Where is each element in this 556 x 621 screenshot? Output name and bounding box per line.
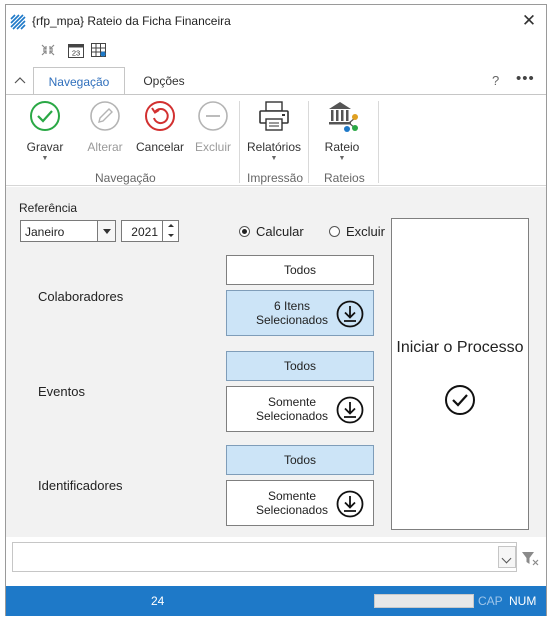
ribbon-tabs: Navegação Opções ? ••• [6, 67, 546, 95]
month-select-value: Janeiro [25, 225, 65, 239]
filter-combo[interactable] [12, 542, 517, 572]
radio-calcular-label[interactable]: Calcular [256, 224, 304, 239]
excluir-button[interactable]: Excluir [194, 99, 232, 154]
undo-circle-icon [145, 101, 175, 131]
group-separator [308, 101, 309, 183]
colaboradores-selection-button[interactable]: 6 Itens Selecionados [226, 290, 374, 336]
gravar-dropdown-arrow: ▼ [41, 155, 49, 162]
gravar-label: Gravar [26, 140, 64, 154]
num-lock-indicator: NUM [509, 594, 537, 608]
form-content: Referência Janeiro 2021 Calcular Excluir… [6, 187, 546, 537]
rateio-button[interactable]: Rateio ▼ [322, 99, 362, 162]
year-stepper-buttons [162, 221, 178, 241]
cancelar-button[interactable]: Cancelar [136, 99, 184, 154]
radio-calcular[interactable] [239, 226, 250, 237]
identificadores-label: Identificadores [38, 478, 123, 493]
stepper-up-icon[interactable] [163, 221, 178, 231]
relatorios-dropdown-arrow: ▼ [270, 155, 278, 162]
month-select[interactable]: Janeiro [20, 220, 116, 242]
identificadores-todos-button[interactable]: Todos [226, 445, 374, 475]
title-bar: {rfp_mpa} Rateio da Ficha Financeira ✕ [6, 5, 546, 37]
progress-bar [374, 594, 474, 608]
rateio-dropdown-arrow: ▼ [338, 155, 346, 162]
chevron-down-icon[interactable] [97, 221, 115, 241]
iniciar-processo-button[interactable]: Iniciar o Processo [391, 218, 529, 530]
alterar-label: Alterar [87, 140, 123, 154]
year-stepper[interactable]: 2021 [121, 220, 179, 242]
group-label-rateios: Rateios [324, 171, 365, 185]
bank-distribution-icon [329, 102, 358, 132]
help-button[interactable]: ? [492, 73, 499, 88]
download-circle-icon [336, 490, 364, 518]
more-options-button[interactable]: ••• [516, 70, 535, 87]
check-circle-icon [30, 101, 60, 131]
record-count: 24 [151, 594, 165, 608]
rateio-label: Rateio [324, 140, 360, 154]
caps-lock-indicator: CAP [478, 594, 503, 608]
excluir-label: Excluir [194, 140, 231, 154]
colaboradores-label: Colaboradores [38, 289, 124, 304]
eventos-label: Eventos [38, 384, 85, 399]
relatorios-label: Relatórios [246, 140, 302, 154]
radio-excluir-label[interactable]: Excluir [346, 224, 385, 239]
group-label-impressao: Impressão [247, 171, 304, 185]
app-logo-icon [10, 14, 26, 30]
download-circle-icon [336, 396, 364, 424]
cancelar-label: Cancelar [136, 140, 185, 154]
close-button[interactable]: ✕ [518, 10, 540, 32]
printer-icon [259, 101, 289, 131]
group-separator [239, 101, 240, 183]
group-separator [378, 101, 379, 183]
eventos-selection-button[interactable]: Somente Selecionados [226, 386, 374, 432]
eventos-selection-label: Somente Selecionados [255, 395, 329, 423]
chevron-up-icon[interactable] [12, 73, 28, 87]
year-stepper-value: 2021 [131, 225, 158, 239]
status-bar: 24 CAP NUM [6, 586, 546, 616]
identificadores-selection-label: Somente Selecionados [255, 489, 329, 517]
filter-funnel-icon[interactable] [521, 550, 539, 566]
calendar-day-text: 23 [72, 49, 80, 58]
iniciar-processo-label: Iniciar o Processo [396, 339, 524, 356]
collapse-arrows-icon[interactable] [39, 42, 57, 58]
ribbon-body: Gravar ▼ Alterar Cancelar Excluir Navega… [6, 94, 546, 186]
download-circle-icon [336, 300, 364, 328]
identificadores-selection-button[interactable]: Somente Selecionados [226, 480, 374, 526]
pencil-icon [90, 101, 120, 131]
main-window: {rfp_mpa} Rateio da Ficha Financeira ✕ 2… [5, 4, 547, 616]
calendar-icon[interactable]: 23 [67, 42, 85, 58]
gravar-button[interactable]: Gravar ▼ [25, 99, 65, 162]
check-circle-icon [445, 385, 475, 415]
relatorios-button[interactable]: Relatórios ▼ [245, 99, 303, 162]
grid-settings-icon[interactable] [90, 42, 108, 58]
colaboradores-todos-button[interactable]: Todos [226, 255, 374, 285]
tab-opcoes[interactable]: Opções [134, 67, 194, 95]
chevron-down-icon[interactable] [498, 546, 516, 568]
referencia-label: Referência [19, 201, 78, 215]
colaboradores-selection-label: 6 Itens Selecionados [255, 299, 329, 327]
window-title: {rfp_mpa} Rateio da Ficha Financeira [32, 14, 231, 28]
tab-navegacao[interactable]: Navegação [33, 67, 125, 95]
minus-circle-icon [198, 101, 228, 131]
alterar-button[interactable]: Alterar [85, 99, 125, 154]
eventos-todos-button[interactable]: Todos [226, 351, 374, 381]
group-label-navegacao: Navegação [95, 171, 156, 185]
stepper-down-icon[interactable] [163, 231, 178, 241]
radio-excluir[interactable] [329, 226, 340, 237]
